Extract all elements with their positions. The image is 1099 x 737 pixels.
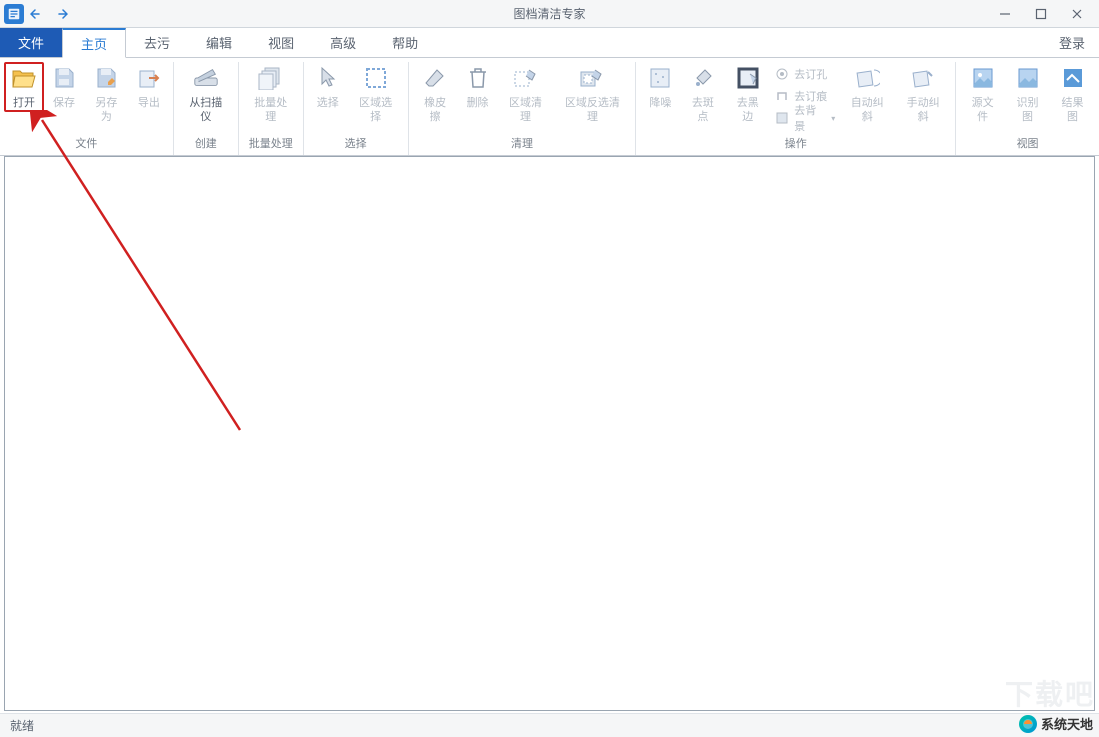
- holes-icon: [774, 66, 790, 82]
- manual-deskew-button[interactable]: 手动纠斜: [895, 62, 951, 126]
- redo-button[interactable]: [50, 3, 72, 25]
- tab-home[interactable]: 主页: [62, 28, 126, 58]
- area-inverse-clean-button[interactable]: 区域反选清理: [553, 62, 631, 126]
- auto-deskew-button[interactable]: 自动纠斜: [839, 62, 895, 126]
- open-button[interactable]: 打开: [4, 62, 44, 112]
- group-select: 选择 区域选择 选择: [304, 62, 409, 155]
- area-clean-button[interactable]: 区域清理: [498, 62, 554, 126]
- tabbar: 文件 主页 去污 编辑 视图 高级 帮助 登录: [0, 28, 1099, 58]
- group-clean: 橡皮擦 删除 区域清理 区域反选清理 清理: [409, 62, 637, 155]
- save-button[interactable]: 保存: [44, 62, 84, 112]
- denoise-icon: [646, 64, 674, 92]
- dropdown-icon: ▾: [831, 114, 835, 123]
- eraser-button[interactable]: 橡皮擦: [413, 62, 458, 126]
- area-inverse-clean-icon: [578, 64, 606, 92]
- group-batch: 批量处理 批量处理: [239, 62, 304, 155]
- folder-open-icon: [10, 64, 38, 92]
- remove-background-button[interactable]: 去背景 ▾: [774, 108, 835, 128]
- undo-button[interactable]: [26, 3, 48, 25]
- minimize-button[interactable]: [987, 2, 1023, 26]
- ribbon: 打开 保存 另存为 导出 文件: [0, 58, 1099, 156]
- group-create: 从扫描仪 创建: [174, 62, 239, 155]
- area-clean-icon: [512, 64, 540, 92]
- remove-holes-button[interactable]: 去订孔: [774, 64, 835, 84]
- result-image-icon: [1059, 64, 1087, 92]
- tab-file[interactable]: 文件: [0, 28, 62, 57]
- recognize-button[interactable]: 识别图: [1005, 62, 1050, 126]
- group-view: 源文件 识别图 结果图 视图: [956, 62, 1099, 155]
- watermark-logo: 系统天地: [1019, 714, 1093, 733]
- tab-decontaminate[interactable]: 去污: [126, 28, 188, 57]
- tab-edit[interactable]: 编辑: [188, 28, 250, 57]
- source-file-button[interactable]: 源文件: [960, 62, 1005, 126]
- manual-deskew-icon: [909, 64, 937, 92]
- app-icon: [4, 4, 24, 24]
- login-link[interactable]: 登录: [1041, 28, 1099, 57]
- close-button[interactable]: [1059, 2, 1095, 26]
- trash-icon: [464, 64, 492, 92]
- tab-advanced[interactable]: 高级: [312, 28, 374, 57]
- statusbar: 就绪: [0, 713, 1099, 737]
- batch-icon: [257, 64, 285, 92]
- delete-button[interactable]: 删除: [458, 62, 498, 112]
- export-icon: [135, 64, 163, 92]
- maximize-button[interactable]: [1023, 2, 1059, 26]
- auto-deskew-icon: [853, 64, 881, 92]
- save-as-icon: [92, 64, 120, 92]
- area-select-button[interactable]: 区域选择: [348, 62, 404, 126]
- group-file: 打开 保存 另存为 导出 文件: [0, 62, 174, 155]
- black-edge-icon: [734, 64, 762, 92]
- marquee-icon: [362, 64, 390, 92]
- workspace: [4, 156, 1095, 711]
- globe-icon: [1019, 715, 1037, 733]
- scanner-icon: [192, 64, 220, 92]
- denoise-button[interactable]: 降噪: [640, 62, 680, 112]
- source-image-icon: [969, 64, 997, 92]
- tab-help[interactable]: 帮助: [374, 28, 436, 57]
- cursor-icon: [314, 64, 342, 92]
- select-button[interactable]: 选择: [308, 62, 348, 112]
- staples-icon: [774, 88, 790, 104]
- export-button[interactable]: 导出: [129, 62, 169, 112]
- background-icon: [774, 110, 790, 126]
- remove-spots-button[interactable]: 去斑点: [680, 62, 725, 126]
- tab-view[interactable]: 视图: [250, 28, 312, 57]
- group-operate: 降噪 去斑点 去黑边 去订孔: [636, 62, 956, 155]
- titlebar: 图档清洁专家: [0, 0, 1099, 28]
- save-icon: [50, 64, 78, 92]
- window-title: 图档清洁专家: [513, 5, 585, 22]
- batch-process-button[interactable]: 批量处理: [243, 62, 299, 126]
- remove-black-edge-button[interactable]: 去黑边: [725, 62, 770, 126]
- status-text: 就绪: [10, 717, 34, 734]
- recognize-image-icon: [1014, 64, 1042, 92]
- result-button[interactable]: 结果图: [1050, 62, 1095, 126]
- spots-icon: [689, 64, 717, 92]
- from-scanner-button[interactable]: 从扫描仪: [178, 62, 234, 126]
- save-as-button[interactable]: 另存为: [84, 62, 129, 126]
- eraser-icon: [421, 64, 449, 92]
